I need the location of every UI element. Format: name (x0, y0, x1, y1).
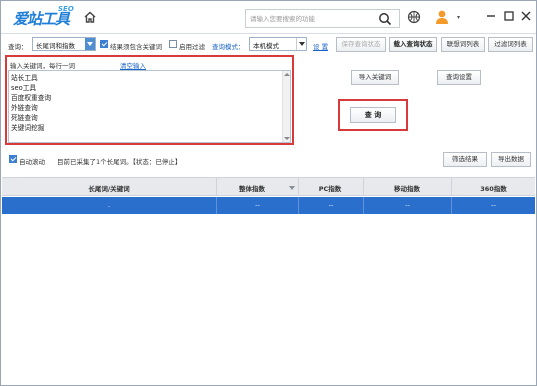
status-row: 自动滚动 目前已采集了1个长尾词。【状态：已停止】 筛选结果 导出数据 (1, 151, 536, 169)
cell-keyword: . (107, 201, 111, 209)
must-contain-checkbox[interactable] (100, 40, 108, 48)
suggest-list-button[interactable]: 联想词列表 (441, 37, 485, 52)
query-button[interactable]: 查 询 (350, 107, 396, 123)
sort-desc-icon[interactable] (289, 186, 295, 190)
query-type-label: 查询： (8, 43, 28, 51)
keyword-scrollbar[interactable] (282, 71, 290, 142)
export-data-button[interactable]: 导出数据 (491, 152, 531, 167)
query-mode-value: 本机模式 (253, 42, 279, 50)
enable-filter-checkbox[interactable] (169, 40, 177, 48)
results-table-header: 长尾词/关键词 整体指数 PC指数 移动指数 360指数 (2, 177, 535, 196)
enable-filter-label[interactable]: 启用过滤 (179, 41, 205, 51)
query-toolbar: 查询： 长尾词和指数 结果须包含关键词 启用过滤 查询模式： 本机模式 设 置 … (1, 35, 536, 55)
keyword-input-panel: 输入关键词，每行一词 清空输入 站长工具 seo工具 百度权重查询 外链查询 死… (5, 55, 294, 145)
minimize-icon[interactable] (485, 10, 497, 22)
column-header-overall-index[interactable]: 整体指数 (217, 183, 287, 193)
basketball-icon[interactable] (407, 10, 421, 24)
load-query-status-button[interactable]: 载入查询状态 (389, 37, 437, 52)
feature-search-box[interactable] (245, 9, 400, 28)
keyword-textarea[interactable]: 站长工具 seo工具 百度权重查询 外链查询 死链查询 关键词挖掘 (8, 70, 291, 143)
keyword-line: 外链查询 (11, 104, 38, 112)
import-keywords-button[interactable]: 导入关键词 (351, 70, 399, 85)
keyword-line: 关键词挖掘 (11, 124, 45, 132)
app-window: 爱站工具 SEO 请输入您要搜索的功能 ▾ 查询： 长尾词和指数 结果须包含关键… (0, 0, 537, 386)
maximize-icon[interactable] (503, 10, 515, 22)
query-mode-label: 查询模式： (212, 43, 245, 51)
query-settings-button[interactable]: 查询设置 (437, 70, 481, 85)
close-icon[interactable] (520, 10, 532, 22)
scroll-up-icon[interactable] (284, 73, 290, 76)
search-icon[interactable] (378, 12, 392, 26)
query-mode-select[interactable]: 本机模式 (249, 37, 307, 51)
cell-mobile-index: -- (405, 201, 410, 209)
user-avatar-icon[interactable] (435, 9, 449, 25)
user-menu-caret-icon[interactable]: ▾ (457, 14, 460, 21)
keyword-line: 百度权重查询 (11, 94, 52, 102)
keyword-lines: 站长工具 seo工具 百度权重查询 外链查询 死链查询 关键词挖掘 (11, 73, 51, 133)
query-button-highlight: 查 询 (338, 99, 408, 131)
filter-list-button[interactable]: 过滤词列表 (488, 37, 533, 52)
keyword-line: seo工具 (11, 84, 37, 92)
keyword-input-heading: 输入关键词，每行一词 (10, 62, 75, 70)
feature-search-input[interactable] (250, 12, 370, 25)
keyword-line: 死链查询 (11, 114, 38, 122)
filter-results-button[interactable]: 筛选结果 (443, 152, 487, 167)
collection-status-text: 目前已采集了1个长尾词。【状态：已停止】 (57, 158, 182, 166)
logo-sup-text: SEO (58, 5, 74, 13)
chevron-down-icon[interactable] (296, 38, 306, 50)
cell-360-index: -- (491, 201, 496, 209)
keyword-line: 站长工具 (11, 74, 38, 82)
column-header-pc-index[interactable]: PC指数 (299, 183, 361, 193)
cell-pc-index: -- (328, 201, 334, 209)
table-row[interactable]: . -- -- -- -- (2, 197, 535, 214)
column-header-360-index[interactable]: 360指数 (452, 183, 535, 193)
query-type-value: 长尾词和指数 (36, 42, 75, 50)
must-contain-label[interactable]: 结果须包含关键词 (110, 41, 162, 51)
settings-link[interactable]: 设 置 (313, 41, 328, 51)
save-query-status-button[interactable]: 保存查询状态 (336, 37, 386, 52)
column-header-mobile-index[interactable]: 移动指数 (364, 183, 450, 193)
column-header-keyword[interactable]: 长尾词/关键词 (2, 183, 216, 193)
title-bar: 爱站工具 SEO 请输入您要搜索的功能 ▾ (1, 1, 536, 34)
cell-overall-index: -- (255, 201, 260, 209)
home-icon[interactable] (83, 10, 97, 24)
query-type-select[interactable]: 长尾词和指数 (32, 37, 96, 51)
clear-input-link[interactable]: 清空输入 (120, 60, 146, 70)
chevron-down-icon[interactable] (85, 38, 95, 50)
auto-scroll-label[interactable]: 自动滚动 (19, 156, 45, 166)
auto-scroll-checkbox[interactable] (9, 155, 17, 163)
scroll-down-icon[interactable] (284, 137, 290, 140)
app-logo: 爱站工具 SEO (13, 5, 75, 29)
